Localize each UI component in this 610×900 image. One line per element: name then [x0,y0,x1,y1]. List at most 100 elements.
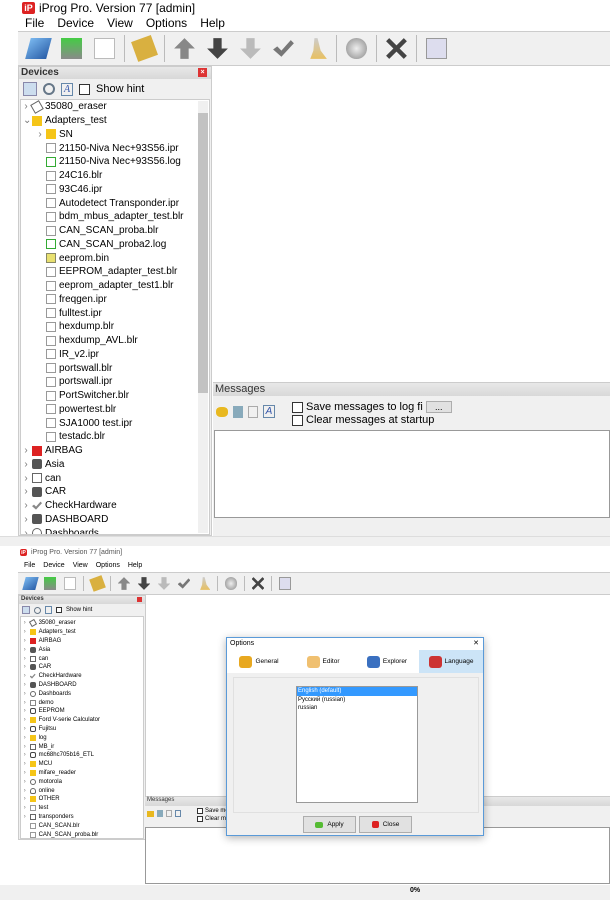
tree-item[interactable]: › AIRBAG [21,444,209,458]
tree-item[interactable]: › Adapters_test [21,628,143,637]
chevron-right-icon[interactable]: › [23,445,29,456]
clear-startup-checkbox[interactable] [292,414,303,426]
font-icon[interactable] [175,810,181,817]
font-icon[interactable]: A [263,405,275,418]
chevron-right-icon[interactable]: › [23,656,27,662]
tree-item[interactable]: › Ford V-serie Calculator [21,716,143,725]
tree-item[interactable]: › CAR [21,663,143,672]
tree-item[interactable]: CAN_SCAN_proba.blr [21,224,209,238]
erase-broom-button[interactable] [194,574,214,594]
calculator-button[interactable] [420,34,453,64]
chevron-right-icon[interactable]: › [23,664,27,670]
chevron-right-icon[interactable]: › [23,744,27,750]
tree-item[interactable]: fulltest.ipr [21,306,209,320]
save-log-checkbox[interactable] [292,401,303,413]
new-file-button[interactable] [60,574,80,594]
copy-icon[interactable] [248,405,258,418]
language-option[interactable]: Русский (russian) [297,696,417,705]
tree-item[interactable]: portswall.blr [21,361,209,375]
chevron-right-icon[interactable]: › [23,101,29,112]
tree-item[interactable]: hexdump_AVL.blr [21,334,209,348]
apply-button[interactable]: Apply [303,816,356,833]
new-file-button[interactable] [88,34,121,64]
menu-file[interactable]: File [24,562,35,569]
tree-scrollbar[interactable] [198,101,208,533]
chevron-right-icon[interactable]: › [23,647,27,653]
save-disk-button[interactable] [55,34,88,64]
tree-item[interactable]: freqgen.ipr [21,293,209,307]
tree-item[interactable]: › CheckHardware [21,499,209,513]
chevron-right-icon[interactable]: › [23,682,27,688]
tree-item[interactable]: › can [21,654,143,663]
menu-device[interactable]: Device [57,16,94,30]
close-icon[interactable]: ✕ [473,639,479,647]
save-icon[interactable] [233,405,243,418]
disc-button[interactable] [340,34,373,64]
tree-item[interactable]: › Asia [21,458,209,472]
tree-item[interactable]: testadc.blr [21,430,209,444]
chevron-right-icon[interactable]: › [23,486,29,497]
tree-item[interactable]: eeprom_adapter_test1.blr [21,279,209,293]
tree-item[interactable]: EEPROM_adapter_test.blr [21,265,209,279]
chevron-right-icon[interactable]: › [23,735,27,741]
tree-item[interactable]: portswall.ipr [21,375,209,389]
clear-broom-icon[interactable] [216,406,228,417]
tree-item[interactable]: › CheckHardware [21,672,143,681]
menu-help[interactable]: Help [128,562,142,569]
tree-item[interactable]: › OTHER [21,795,143,804]
chevron-right-icon[interactable]: › [23,796,27,802]
save-icon[interactable] [157,810,163,817]
stop-x-button[interactable] [248,574,268,594]
tree-item[interactable]: › SN [21,128,209,142]
tree-item[interactable]: CAN_SCAN_proba2.log [21,238,209,252]
upload-arrow-button[interactable] [114,574,134,594]
tree-item[interactable]: › MB_ir [21,742,143,751]
chevron-right-icon[interactable]: › [23,638,27,644]
stop-x-button[interactable] [380,34,413,64]
tree-item[interactable]: › demo [21,698,143,707]
tree-item[interactable]: bdm_mbus_adapter_test.blr [21,210,209,224]
tree-item[interactable]: › Dashboards [21,689,143,698]
menu-help[interactable]: Help [200,16,225,30]
read-arrow-button[interactable] [154,574,174,594]
tree-item[interactable]: › 35080_eraser [21,619,143,628]
tree-item[interactable]: hexdump.blr [21,320,209,334]
save-disk-button[interactable] [40,574,60,594]
chip-button[interactable] [128,34,161,64]
tree-item[interactable]: › Asia [21,645,143,654]
tree-item[interactable]: Autodetect Transponder.ipr [21,196,209,210]
tab-explorer[interactable]: Explorer [355,650,419,673]
tree-item[interactable]: › mifare_reader [21,769,143,778]
menu-options[interactable]: Options [146,16,187,30]
search-icon[interactable] [34,606,41,614]
search-icon[interactable] [43,83,55,95]
chevron-right-icon[interactable]: › [23,528,29,534]
chevron-right-icon[interactable]: › [23,500,29,511]
show-hint-checkbox[interactable] [79,83,90,95]
chevron-right-icon[interactable]: › [37,129,43,140]
chevron-right-icon[interactable]: › [23,700,27,706]
tree-view-icon[interactable] [23,82,37,96]
chevron-right-icon[interactable]: › [23,473,29,484]
clear-broom-icon[interactable] [147,810,154,817]
tree-item[interactable]: eeprom.bin [21,251,209,265]
verify-check-button[interactable] [267,34,300,64]
tree-item[interactable]: powertest.blr [21,403,209,417]
erase-broom-button[interactable] [300,34,333,64]
chevron-right-icon[interactable]: › [23,805,27,811]
tree-view-icon[interactable] [22,606,30,614]
menu-options[interactable]: Options [96,562,120,569]
tree-item[interactable]: › mc68hc705b16_ETL [21,751,143,760]
chevron-right-icon[interactable]: › [23,708,27,714]
close-button[interactable]: Close [359,816,412,833]
tree-item[interactable]: SJA1000 test.ipr [21,416,209,430]
browse-button[interactable]: ... [425,401,452,413]
tree-item[interactable]: › EEPROM [21,707,143,716]
chevron-right-icon[interactable]: › [23,761,27,767]
tab-language[interactable]: Language [419,650,483,673]
chevron-right-icon[interactable]: › [23,752,27,758]
tree-item[interactable]: › AIRBAG [21,637,143,646]
tree-item[interactable]: 21150-Niva Nec+93S56.log [21,155,209,169]
chevron-right-icon[interactable]: › [23,779,27,785]
tab-editor[interactable]: Editor [291,650,355,673]
